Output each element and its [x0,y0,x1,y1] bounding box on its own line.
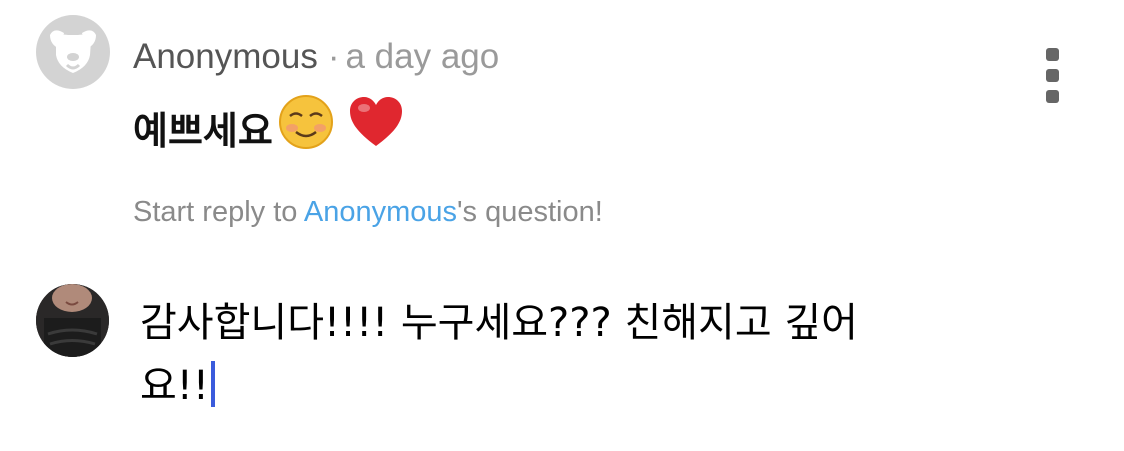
dog-silhouette-icon [50,30,96,73]
reply-text-line1: 감사합니다!!!! 누구세요??? 친해지고 깊어 [140,300,858,346]
question-text: 예쁘세요 [133,93,405,168]
author-name: Anonymous [133,37,318,76]
question-body: 예쁘세요 [133,108,273,153]
question-meta: Anonymous · a day ago [133,36,499,78]
timestamp: a day ago [345,37,500,76]
reply-prompt-prefix: Start reply to [133,196,304,228]
reply-prompt-suffix: 's question! [457,196,603,228]
anonymous-avatar[interactable] [36,15,110,89]
question-card: Anonymous · a day ago 예쁘세요 Start reply t… [0,0,1124,250]
reply-composer: 감사합니다!!!! 누구세요??? 친해지고 깊어 요!! [0,270,1124,451]
reply-text-line2: 요!! [140,363,209,409]
vertical-ellipsis-icon [1046,48,1059,61]
reply-input[interactable]: 감사합니다!!!! 누구세요??? 친해지고 깊어 요!! [140,292,1000,418]
vertical-ellipsis-dot [1046,90,1059,103]
meta-separator: · [327,37,340,76]
red-heart-icon [347,94,405,167]
reply-prompt: Start reply to Anonymous's question! [133,194,603,230]
vertical-ellipsis-dot [1046,69,1059,82]
mention-link[interactable]: Anonymous [304,196,457,228]
text-caret [210,361,215,407]
user-avatar[interactable] [36,284,109,357]
smiling-face-icon [277,93,335,168]
more-options-button[interactable] [1040,48,1066,110]
